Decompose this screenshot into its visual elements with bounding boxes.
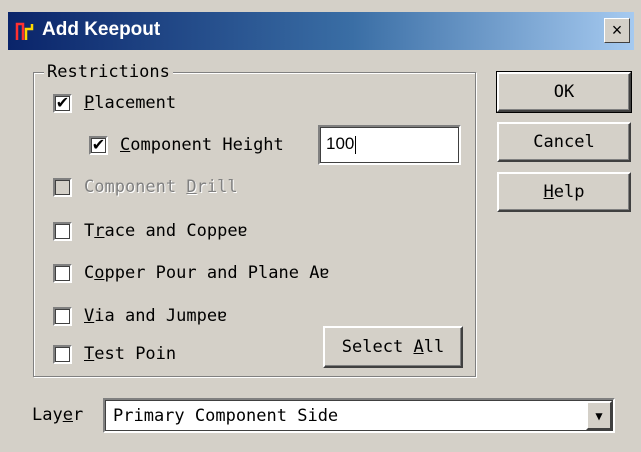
checkbox-label: Test Poin xyxy=(84,344,177,364)
select-all-button[interactable]: Select All xyxy=(323,326,463,368)
layer-label: Layer xyxy=(32,405,84,425)
checkbox-box[interactable] xyxy=(53,263,72,283)
checkbox-label: Placement xyxy=(84,93,177,113)
title-bar[interactable]: Add Keepout × xyxy=(8,12,634,50)
dropdown-arrow-icon[interactable]: ▼ xyxy=(586,401,612,430)
checkbox-box[interactable] xyxy=(53,344,72,364)
checkbox-label: Trace and Coppeɐ xyxy=(84,221,248,241)
checkbox-box[interactable]: ✔ xyxy=(53,93,72,113)
checkbox-label: Via and Jumpeɐ xyxy=(84,306,228,326)
checkbox-label: Copper Pour and Plane Aɐ xyxy=(84,263,330,283)
help-button[interactable]: Help xyxy=(497,172,631,212)
via-and-jumper-checkbox[interactable]: Via and Jumpeɐ xyxy=(53,306,227,326)
add-keepout-dialog: Add Keepout × Restrictions ✔ Placement ✔… xyxy=(0,0,641,452)
cancel-button[interactable]: Cancel xyxy=(497,122,631,162)
ok-button[interactable]: OK xyxy=(496,71,632,113)
trace-and-copper-checkbox[interactable]: Trace and Coppeɐ xyxy=(53,221,248,241)
layer-select[interactable]: Primary Component Side ▼ xyxy=(103,398,615,433)
checkbox-box[interactable]: ✔ xyxy=(89,135,108,155)
test-point-checkbox[interactable]: Test Poin xyxy=(53,344,176,364)
checkbox-box xyxy=(53,177,72,197)
placement-checkbox[interactable]: ✔ Placement xyxy=(53,93,176,113)
checkbox-label: Component Drill xyxy=(84,177,238,197)
checkbox-box[interactable] xyxy=(53,221,72,241)
keepout-icon xyxy=(15,22,34,40)
layer-select-value: Primary Component Side xyxy=(113,406,339,426)
component-height-checkbox[interactable]: ✔ Component Height xyxy=(89,135,284,155)
text-caret xyxy=(355,135,357,154)
checkbox-box[interactable] xyxy=(53,306,72,326)
copper-pour-and-plane-area-checkbox[interactable]: Copper Pour and Plane Aɐ xyxy=(53,263,330,283)
window-title: Add Keepout xyxy=(42,19,161,40)
restrictions-group-label: Restrictions xyxy=(44,62,173,82)
component-drill-checkbox: Component Drill xyxy=(53,177,238,197)
component-height-input[interactable]: 100 xyxy=(318,125,461,165)
close-button[interactable]: × xyxy=(604,18,630,43)
checkbox-label: Component Height xyxy=(120,135,284,155)
